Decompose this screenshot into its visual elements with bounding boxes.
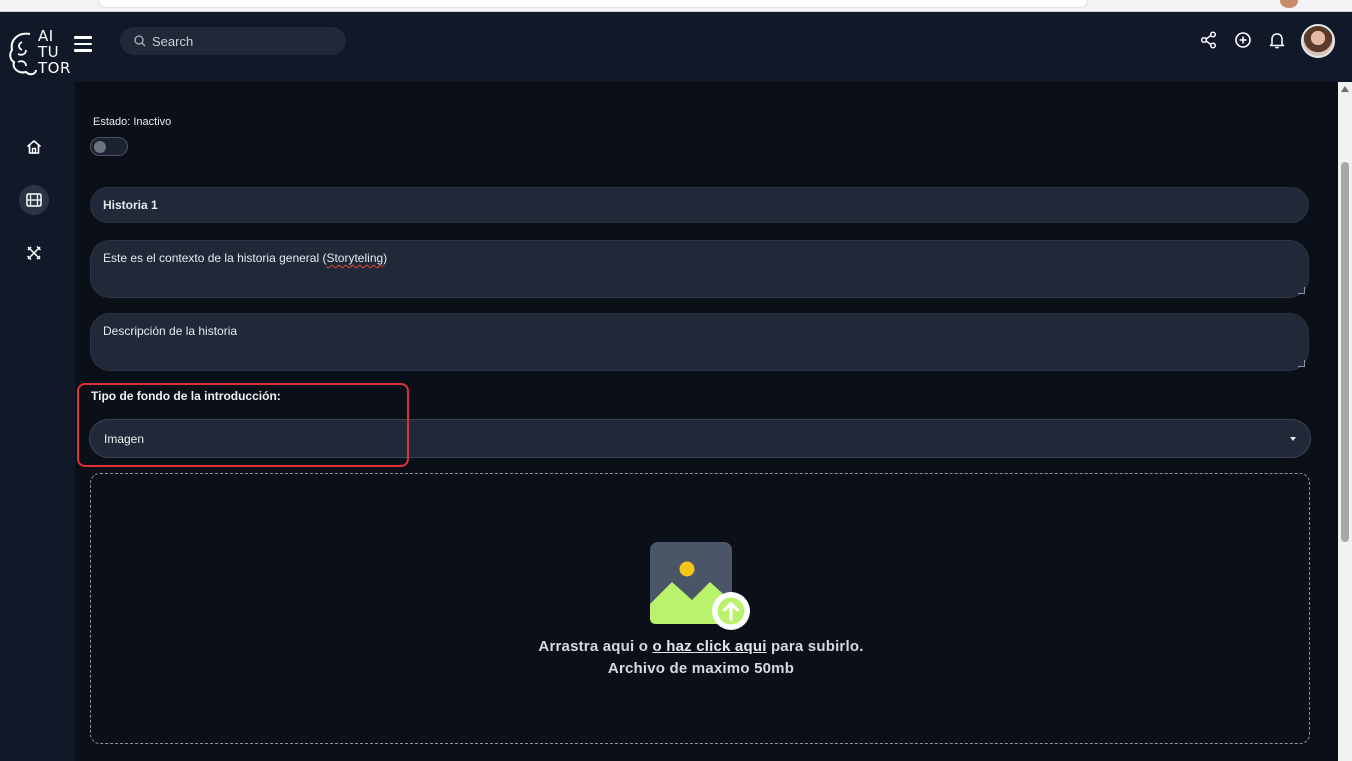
dropzone-instruction: Arrastra aqui o o haz click aqui para su… bbox=[91, 638, 1311, 655]
image-dropzone[interactable]: Arrastra aqui o o haz click aqui para su… bbox=[90, 473, 1310, 744]
page-scrollbar[interactable] bbox=[1338, 82, 1352, 761]
dropzone-size-limit: Archivo de maximo 50mb bbox=[607, 660, 795, 677]
user-avatar[interactable] bbox=[1301, 24, 1335, 58]
background-type-label: Tipo de fondo de la introducción: bbox=[91, 389, 281, 403]
image-upload-icon bbox=[650, 542, 750, 630]
story-context-textarea[interactable]: Este es el contexto de la historia gener… bbox=[90, 240, 1309, 298]
dropzone-click-link[interactable]: o haz click aqui bbox=[653, 638, 767, 655]
top-bar: AI TU TOR bbox=[0, 12, 1352, 82]
background-type-value: Imagen bbox=[104, 432, 145, 446]
browser-toolbar-remnant bbox=[0, 0, 1352, 12]
resize-grip-icon[interactable] bbox=[1298, 360, 1305, 367]
background-type-select[interactable]: Imagen bbox=[89, 419, 1311, 458]
logo-line-3: TOR bbox=[38, 59, 71, 77]
status-toggle[interactable] bbox=[90, 137, 128, 156]
description-placeholder: Descripción de la historia bbox=[103, 324, 238, 338]
context-text-misspelled: Storyteling bbox=[326, 251, 384, 265]
search-box bbox=[120, 27, 346, 55]
share-icon[interactable] bbox=[1200, 31, 1218, 49]
browser-profile-avatar[interactable] bbox=[1280, 0, 1298, 8]
sidebar-item-tools[interactable] bbox=[19, 238, 49, 268]
dropzone-text-prefix: Arrastra aqui o bbox=[538, 638, 653, 655]
status-label: Estado: Inactivo bbox=[93, 116, 172, 128]
context-text-suffix: ) bbox=[383, 251, 388, 265]
story-description-textarea[interactable]: Descripción de la historia bbox=[90, 313, 1309, 371]
bell-icon[interactable] bbox=[1268, 31, 1286, 49]
sidebar-item-home[interactable] bbox=[19, 132, 49, 162]
resize-grip-icon[interactable] bbox=[1298, 287, 1305, 294]
scrollbar-thumb[interactable] bbox=[1341, 162, 1349, 542]
menu-bar bbox=[74, 42, 92, 45]
main-content: Estado: Inactivo Este es el contexto de … bbox=[75, 82, 1338, 761]
dropzone-text-suffix: para subirlo. bbox=[766, 638, 864, 655]
logo-line-1: AI bbox=[38, 27, 54, 45]
film-icon bbox=[26, 193, 42, 207]
search-input[interactable] bbox=[152, 27, 337, 55]
story-title-input[interactable] bbox=[90, 187, 1309, 223]
brain-logo-icon bbox=[9, 32, 37, 76]
context-text-prefix: Este es el contexto de la historia gener… bbox=[103, 251, 327, 265]
menu-bar bbox=[74, 49, 92, 52]
toggle-knob bbox=[94, 141, 106, 153]
scroll-up-arrow-icon[interactable] bbox=[1341, 86, 1349, 92]
hamburger-menu-button[interactable] bbox=[74, 36, 92, 52]
address-bar[interactable] bbox=[98, 0, 1088, 8]
add-circle-icon[interactable] bbox=[1234, 31, 1252, 49]
sidebar bbox=[0, 82, 75, 761]
menu-bar bbox=[74, 36, 92, 39]
chevron-down-icon bbox=[1290, 437, 1296, 441]
search-icon bbox=[134, 35, 146, 47]
home-icon bbox=[26, 140, 42, 154]
app-logo[interactable]: AI TU TOR bbox=[8, 28, 70, 80]
logo-line-2: TU bbox=[38, 43, 60, 61]
sidebar-item-stories[interactable] bbox=[19, 185, 49, 215]
tools-icon bbox=[26, 245, 42, 261]
